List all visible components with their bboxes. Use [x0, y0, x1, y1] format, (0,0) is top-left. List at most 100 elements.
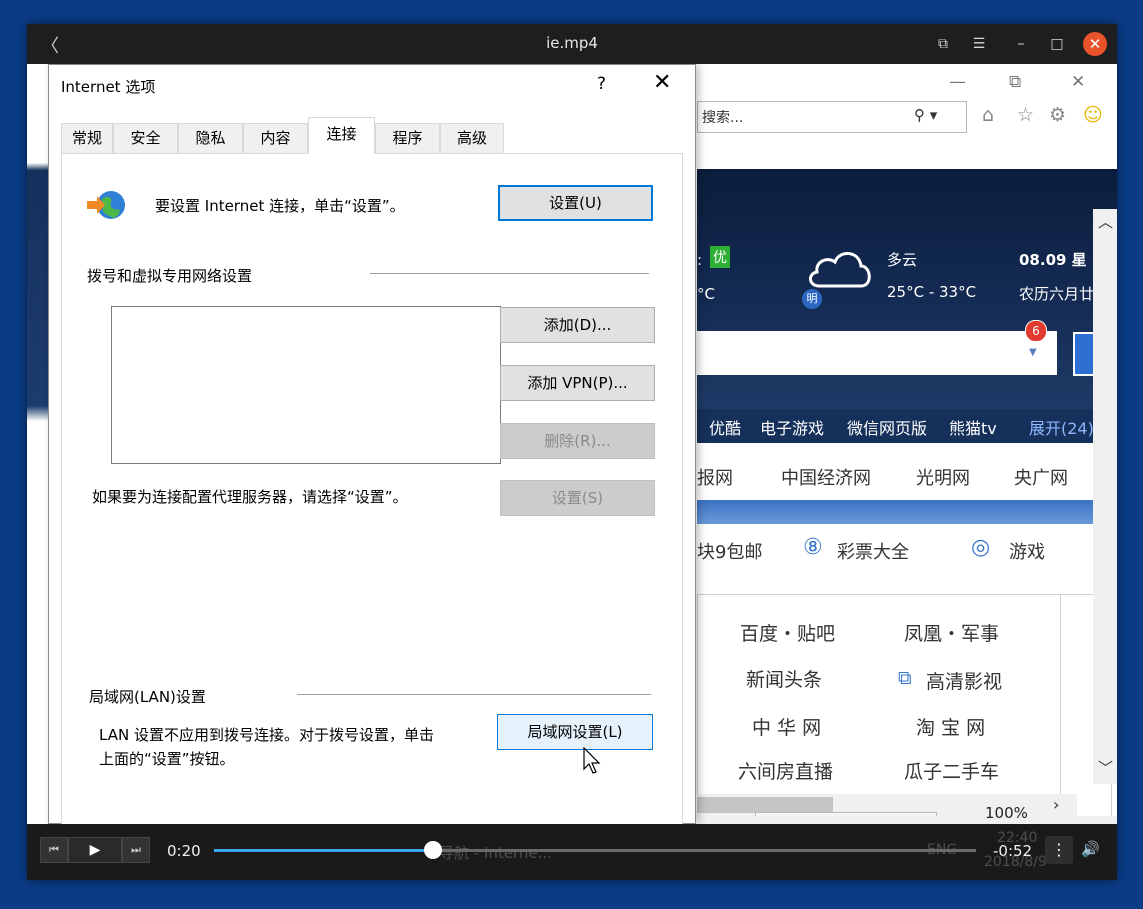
ie-vertical-scrollbar[interactable]: ︿ ﹀	[1093, 209, 1117, 784]
grid-link[interactable]: 中 华 网	[752, 713, 821, 740]
tab-security[interactable]: 安全	[113, 123, 178, 153]
tab-general[interactable]: 常规	[61, 123, 113, 153]
nav-link[interactable]: 微信网页版	[847, 415, 927, 439]
ie-link-grid: 百度・贴吧 凤凰・军事 新闻头条 ⧉ 高清影视 中 华 网 淘 宝 网 六间房直…	[697, 594, 1077, 824]
star-icon[interactable]: ☆	[1017, 104, 1034, 126]
gear-icon[interactable]: ⚙	[1049, 104, 1066, 126]
weather-date: 08.09 星	[1019, 251, 1087, 269]
dialog-close-button[interactable]: ✕	[653, 70, 671, 95]
grid-link[interactable]: 凤凰・军事	[904, 619, 999, 646]
setup-button[interactable]: 设置(U)	[498, 185, 653, 221]
ie-search-box[interactable]: 搜索... ⚲ ▾	[697, 101, 967, 133]
expand-link[interactable]: 展开(24)	[1029, 415, 1094, 439]
globe-icon	[87, 191, 125, 219]
tab-advanced[interactable]: 高级	[440, 123, 504, 153]
background-ie-edge	[27, 64, 49, 824]
aqi-badge: 优	[710, 246, 730, 268]
scroll-down-icon[interactable]: ﹀	[1098, 757, 1113, 778]
grid-link[interactable]: 淘 宝 网	[916, 713, 985, 740]
scroll-right-icon[interactable]: ›	[1053, 795, 1059, 814]
site-link[interactable]: 光明网	[916, 464, 970, 490]
lottery-icon: ⑧	[803, 535, 823, 560]
temp-unit: °C	[697, 285, 715, 303]
dialog-titlebar: Internet 选项 ? ✕	[49, 65, 695, 105]
scroll-up-icon[interactable]: ︿	[1098, 211, 1113, 232]
site-link[interactable]: 报网	[697, 464, 733, 490]
player-titlebar: 〈 ie.mp4 ⧉ ☰ – □ ✕	[27, 24, 1117, 64]
current-time: 0:20	[167, 842, 201, 860]
minimize-button[interactable]: –	[1009, 32, 1033, 56]
lunar-date: 农历六月廿	[1019, 285, 1095, 303]
grid-link[interactable]: 六间房直播	[738, 757, 833, 784]
tomorrow-badge: 明	[802, 289, 822, 309]
category-link[interactable]: 游戏	[1009, 538, 1045, 564]
proxy-instruction: 如果要为连接配置代理服务器，请选择“设置”。	[92, 488, 408, 506]
mouse-cursor-icon	[583, 747, 601, 774]
connections-listbox[interactable]	[111, 306, 501, 464]
lan-instruction-line2: 上面的“设置”按钮。	[99, 750, 235, 768]
weather-condition: 多云	[887, 251, 918, 269]
setup-instruction: 要设置 Internet 连接，单击“设置”。	[155, 197, 405, 215]
temp-range: 25°C - 33°C	[887, 283, 977, 301]
category-link[interactable]: 块9包邮	[697, 538, 762, 564]
previous-button[interactable]: ⏮	[40, 837, 68, 863]
cloud-icon	[809, 252, 871, 288]
seek-bar-handle[interactable]	[423, 841, 442, 859]
internet-options-dialog: Internet 选项 ? ✕ 常规 安全 隐私 内容 连接 程序 高级 要设置…	[48, 64, 696, 824]
nav-link[interactable]: 电子游戏	[760, 415, 824, 439]
add-button[interactable]: 添加(D)...	[500, 307, 655, 343]
zoom-level[interactable]: 100%	[985, 804, 1028, 822]
category-link[interactable]: 彩票大全	[837, 538, 909, 564]
dropdown-caret-icon[interactable]: ▼	[1029, 347, 1037, 358]
lan-settings-button[interactable]: 局域网设置(L)	[497, 714, 653, 750]
grid-link[interactable]: 新闻头条	[746, 665, 822, 692]
grid-link[interactable]: 百度・贴吧	[740, 619, 835, 646]
video-icon: ⧉	[898, 667, 912, 689]
dialog-title: Internet 选项	[61, 78, 156, 96]
playback-controls: 导航 - Interne... ENG 22:40 2018/8/9 ⏮ ▶ ⏭…	[27, 824, 1117, 880]
restore-icon[interactable]: ⧉	[931, 32, 955, 56]
remove-button[interactable]: 删除(R)...	[500, 423, 655, 459]
ie-close-button[interactable]: ✕	[1071, 72, 1085, 92]
smile-icon[interactable]: ☺	[1083, 104, 1103, 126]
video-player-window: 〈 ie.mp4 ⧉ ☰ – □ ✕ — ⧉ ✕ 搜索... ⚲ ▾ ⌂ ☆ ⚙…	[27, 24, 1117, 880]
tab-privacy[interactable]: 隐私	[178, 123, 243, 153]
aqi-prefix: :	[697, 251, 703, 269]
ie-site-search[interactable]	[697, 331, 1057, 375]
volume-icon[interactable]: 🔊	[1081, 840, 1100, 858]
tab-connections[interactable]: 连接	[308, 117, 375, 154]
gamepad-icon: ◎	[971, 535, 991, 560]
nav-link[interactable]: 熊猫tv	[949, 415, 997, 439]
home-icon[interactable]: ⌂	[982, 104, 994, 126]
help-button[interactable]: ?	[597, 74, 606, 94]
playlist-icon[interactable]: ☰	[967, 32, 991, 56]
ghost-taskbar-label: 导航 - Interne...	[439, 844, 552, 862]
notification-badge: 6	[1025, 320, 1047, 342]
add-vpn-button[interactable]: 添加 VPN(P)...	[500, 365, 655, 401]
section-divider	[370, 273, 649, 274]
settings-button[interactable]: 设置(S)	[500, 480, 655, 516]
grid-link[interactable]: 瓜子二手车	[904, 757, 999, 784]
close-button[interactable]: ✕	[1083, 32, 1107, 56]
seek-bar[interactable]	[214, 841, 976, 859]
play-button[interactable]: ▶	[68, 837, 122, 863]
remaining-time: -0:52	[993, 842, 1033, 860]
site-link[interactable]: 央广网	[1014, 464, 1068, 490]
tab-content[interactable]: 内容	[243, 123, 308, 153]
next-button[interactable]: ⏭	[122, 837, 150, 863]
ie-minimize-button[interactable]: —	[949, 72, 966, 92]
lan-instruction-line1: LAN 设置不应用到拨号连接。对于拨号设置，单击	[99, 726, 434, 744]
ie-restore-button[interactable]: ⧉	[1009, 72, 1021, 92]
section-divider	[297, 694, 651, 695]
grid-link[interactable]: 高清影视	[926, 667, 1002, 694]
scroll-thumb[interactable]	[697, 797, 833, 813]
ie-category-links: 块9包邮 ⑧ 彩票大全 ◎ 游戏	[697, 526, 1117, 576]
ie-nav-links: 优酷 电子游戏 微信网页版 熊猫tv 展开(24)	[697, 409, 1117, 443]
more-menu-button[interactable]: ⋮	[1045, 836, 1073, 864]
nav-link[interactable]: 优酷	[709, 415, 741, 439]
search-icon[interactable]: ⚲ ▾	[914, 106, 937, 124]
tab-programs[interactable]: 程序	[375, 123, 440, 153]
site-link[interactable]: 中国经济网	[781, 464, 871, 490]
video-frame[interactable]: — ⧉ ✕ 搜索... ⚲ ▾ ⌂ ☆ ⚙ ☺ : °C 多云 25°C - 3…	[27, 64, 1117, 824]
maximize-button[interactable]: □	[1045, 32, 1069, 56]
